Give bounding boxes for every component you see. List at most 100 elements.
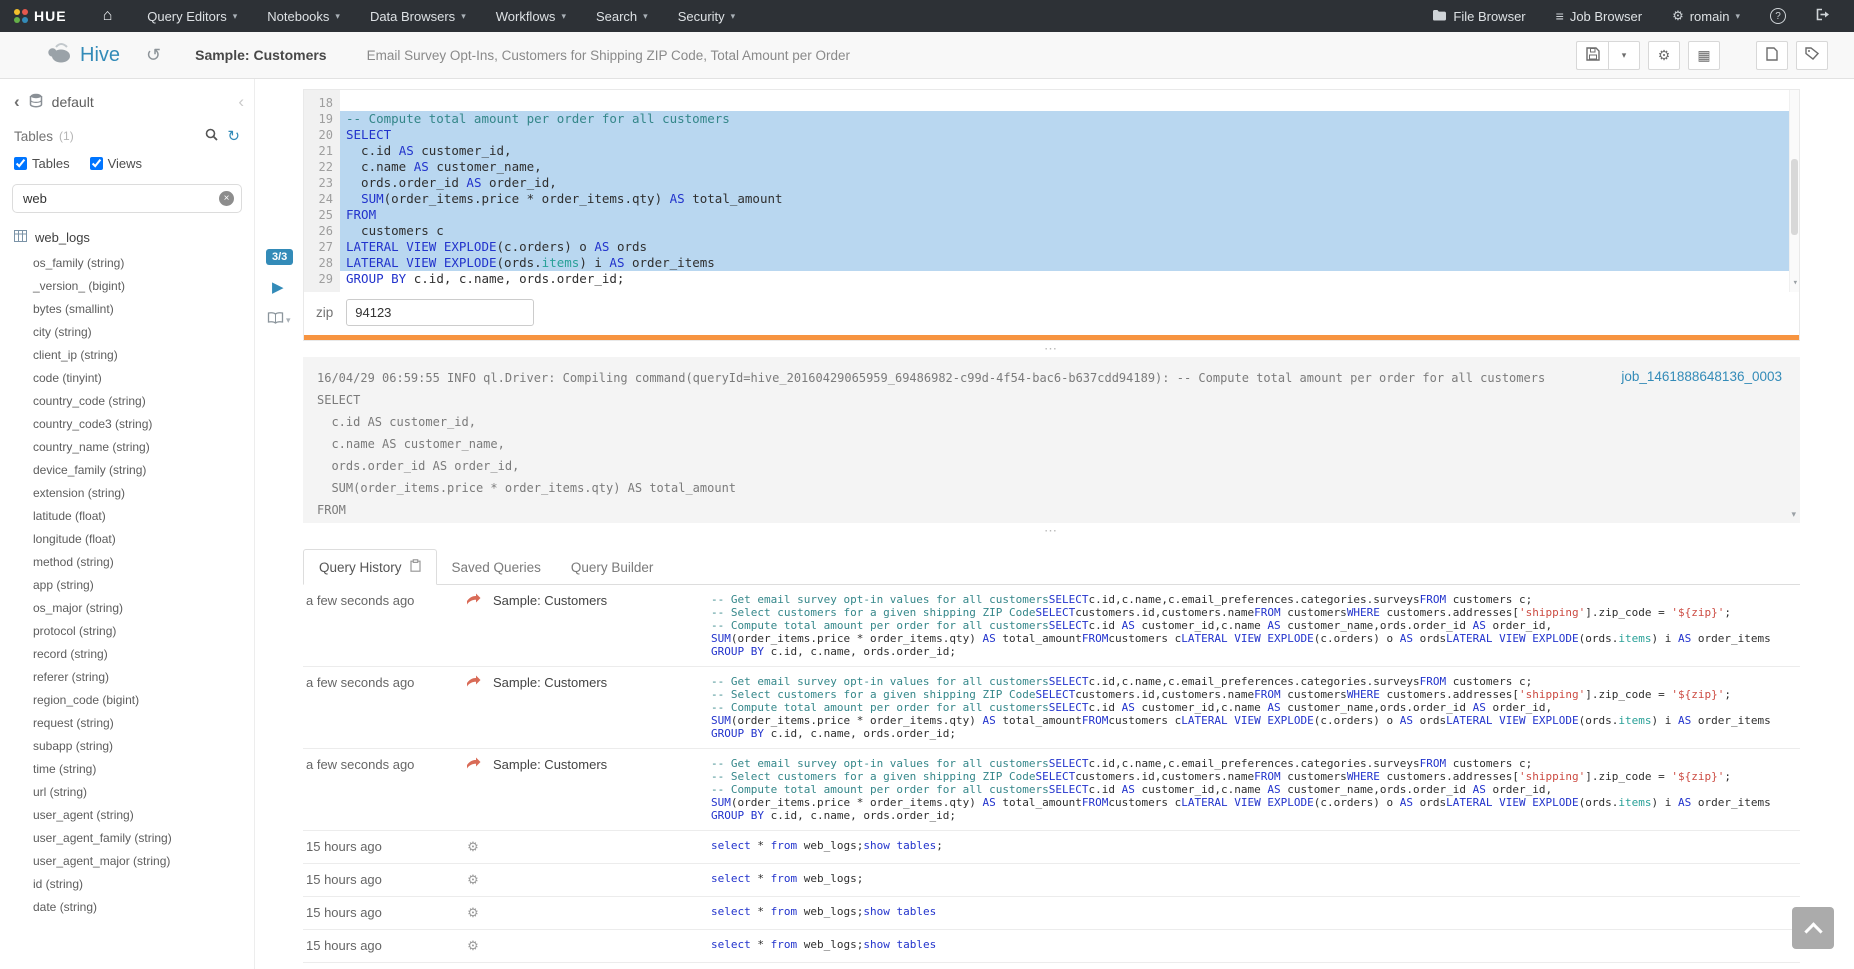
help-button[interactable]: ? [1755, 0, 1801, 32]
hive-brand[interactable]: Hive [46, 42, 120, 69]
table-item[interactable]: web_logs [0, 223, 254, 249]
code-line[interactable]: customers c [340, 223, 1789, 239]
code-line[interactable] [340, 95, 1789, 111]
job-link[interactable]: job_1461888648136_0003 [1621, 369, 1782, 384]
new-document-button[interactable] [1756, 41, 1788, 70]
history-row[interactable]: 15 hours ago⚙select * from web_logs;show… [303, 897, 1800, 930]
save-button[interactable] [1576, 41, 1608, 70]
column-item[interactable]: bytes (smallint) [33, 298, 254, 321]
views-filter[interactable]: Views [90, 156, 142, 171]
scrollbar-down-icon[interactable]: ▾ [1791, 509, 1796, 520]
column-item[interactable]: _version_ (bigint) [33, 275, 254, 298]
column-item[interactable]: country_code3 (string) [33, 413, 254, 436]
column-item[interactable]: longitude (float) [33, 528, 254, 551]
log-line: 16/04/29 06:59:55 INFO ql.Driver: Compil… [317, 367, 1786, 389]
back-icon[interactable]: ‹ [14, 92, 20, 112]
column-item[interactable]: extension (string) [33, 482, 254, 505]
column-item[interactable]: method (string) [33, 551, 254, 574]
execute-button[interactable]: ▶ [272, 278, 284, 296]
tags-button[interactable] [1796, 41, 1828, 70]
code-line[interactable]: FROM [340, 207, 1789, 223]
code-line[interactable]: ords.order_id AS order_id, [340, 175, 1789, 191]
column-item[interactable]: os_major (string) [33, 597, 254, 620]
code-line[interactable]: c.name AS customer_name, [340, 159, 1789, 175]
code-line[interactable]: LATERAL VIEW EXPLODE(c.orders) o AS ords [340, 239, 1789, 255]
column-item[interactable]: protocol (string) [33, 620, 254, 643]
code-line[interactable]: SUM(order_items.price * order_items.qty)… [340, 191, 1789, 207]
column-item[interactable]: user_agent (string) [33, 804, 254, 827]
scroll-top-button[interactable] [1792, 907, 1834, 949]
code-line[interactable]: -- Compute total amount per order for al… [340, 111, 1789, 127]
column-item[interactable]: user_agent_family (string) [33, 827, 254, 850]
column-item[interactable]: time (string) [33, 758, 254, 781]
column-item[interactable]: client_ip (string) [33, 344, 254, 367]
history-row[interactable]: 15 hours ago⚙select * from web_logs;show… [303, 930, 1800, 963]
schedule-button[interactable]: ▦ [1688, 41, 1720, 70]
settings-button[interactable]: ⚙ [1648, 41, 1680, 70]
column-item[interactable]: referer (string) [33, 666, 254, 689]
home-icon[interactable]: ⌂ [83, 7, 133, 25]
history-row[interactable]: 15 hours ago⚙select * from web_logs;show… [303, 831, 1800, 864]
nav-menu-security[interactable]: Security▾ [663, 0, 751, 32]
column-item[interactable]: record (string) [33, 643, 254, 666]
resize-handle[interactable]: ⋯ [303, 523, 1800, 539]
tables-checkbox[interactable] [14, 157, 27, 170]
history-row[interactable]: a few seconds agoSample: Customers-- Get… [303, 585, 1800, 667]
nav-menu-data-browsers[interactable]: Data Browsers▾ [355, 0, 481, 32]
column-item[interactable]: region_code (bigint) [33, 689, 254, 712]
file-browser-button[interactable]: File Browser [1417, 0, 1540, 32]
collapse-sidebar-icon[interactable]: ‹ [238, 92, 244, 112]
editor-scrollbar[interactable]: ▾ [1789, 90, 1799, 292]
logout-button[interactable] [1801, 0, 1846, 32]
assist-docs-button[interactable]: ▾ [267, 311, 291, 329]
save-dropdown-button[interactable]: ▾ [1608, 41, 1640, 70]
tab-query-builder[interactable]: Query Builder [556, 549, 669, 585]
nav-menu-notebooks[interactable]: Notebooks▾ [252, 0, 355, 32]
code-line[interactable]: SELECT [340, 127, 1789, 143]
code-line[interactable]: c.id AS customer_id, [340, 143, 1789, 159]
column-item[interactable]: date (string) [33, 896, 254, 919]
column-item[interactable]: request (string) [33, 712, 254, 735]
database-name[interactable]: default [52, 94, 94, 110]
column-item[interactable]: latitude (float) [33, 505, 254, 528]
views-checkbox[interactable] [90, 157, 103, 170]
search-icon[interactable] [205, 128, 218, 144]
nav-menu-query-editors[interactable]: Query Editors▾ [132, 0, 252, 32]
column-item[interactable]: user_agent_major (string) [33, 850, 254, 873]
table-search-input[interactable] [12, 184, 242, 213]
hue-logo-dots [14, 9, 28, 23]
column-item[interactable]: id (string) [33, 873, 254, 896]
nav-menu-workflows[interactable]: Workflows▾ [481, 0, 581, 32]
column-item[interactable]: subapp (string) [33, 735, 254, 758]
code-editor[interactable]: 181920212223242526272829 -- Compute tota… [304, 90, 1799, 292]
column-item[interactable]: os_family (string) [33, 252, 254, 275]
column-item[interactable]: app (string) [33, 574, 254, 597]
user-menu[interactable]: ⚙ romain ▾ [1657, 0, 1755, 32]
scrollbar-down-icon[interactable]: ▾ [1793, 275, 1798, 291]
job-browser-button[interactable]: ≡ Job Browser [1541, 0, 1657, 32]
column-item[interactable]: device_family (string) [33, 459, 254, 482]
editor-panel: 181920212223242526272829 -- Compute tota… [303, 89, 1800, 341]
query-history-icon[interactable]: ↺ [146, 45, 161, 66]
history-row[interactable]: a few seconds agoSample: Customers-- Get… [303, 667, 1800, 749]
column-item[interactable]: country_name (string) [33, 436, 254, 459]
history-row[interactable]: 15 hours ago⚙select * from web_logs; [303, 864, 1800, 897]
column-item[interactable]: city (string) [33, 321, 254, 344]
clear-search-icon[interactable]: × [219, 191, 234, 206]
resize-handle[interactable]: ⋯ [303, 341, 1800, 357]
column-item[interactable]: code (tinyint) [33, 367, 254, 390]
refresh-icon[interactable]: ↻ [227, 127, 240, 145]
editor-code[interactable]: -- Compute total amount per order for al… [340, 90, 1799, 292]
code-line[interactable]: GROUP BY c.id, c.name, ords.order_id; [340, 271, 1789, 287]
column-item[interactable]: url (string) [33, 781, 254, 804]
tab-query-history[interactable]: Query History [303, 549, 437, 585]
column-item[interactable]: country_code (string) [33, 390, 254, 413]
tab-saved-queries[interactable]: Saved Queries [437, 549, 556, 585]
variable-input[interactable] [346, 299, 534, 326]
code-line[interactable]: LATERAL VIEW EXPLODE(ords.items) i AS or… [340, 255, 1789, 271]
tables-filter[interactable]: Tables [14, 156, 70, 171]
hue-logo[interactable]: HUE [0, 8, 83, 24]
history-row[interactable]: 15 hours ago⚙select * from web_logs;show… [303, 963, 1800, 969]
history-row[interactable]: a few seconds agoSample: Customers-- Get… [303, 749, 1800, 831]
nav-menu-search[interactable]: Search▾ [581, 0, 663, 32]
